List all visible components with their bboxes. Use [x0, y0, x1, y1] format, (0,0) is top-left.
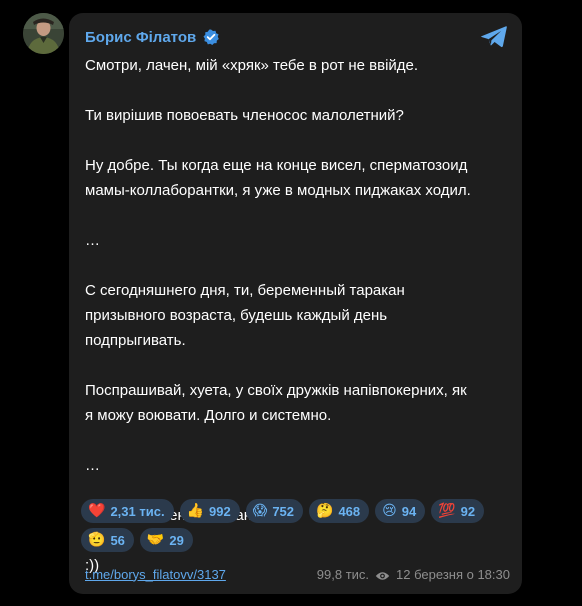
crying-reaction[interactable]: 😢 94	[375, 499, 426, 523]
thinking-reaction-emoji-icon: 🤔	[316, 503, 334, 519]
reaction-count: 92	[460, 503, 476, 519]
message-line: Смотри, лачен, мій «хряк» тебе в рот не …	[85, 57, 419, 74]
message-line: …	[85, 457, 100, 474]
author-name[interactable]: Борис Філатов	[85, 29, 196, 46]
heart-reaction[interactable]: ❤️ 2,31 тис.	[81, 499, 174, 523]
message-line: Ти вирішив повоевать членосос малолетний…	[85, 107, 404, 124]
reaction-count: 2,31 тис.	[110, 503, 165, 519]
verified-badge-icon	[203, 29, 220, 45]
reaction-count: 56	[110, 532, 125, 548]
post-link[interactable]: t.me/borys_filatovv/3137	[85, 567, 226, 582]
post-date: 12 березня о 18:30	[396, 566, 510, 582]
reaction-count: 752	[272, 503, 295, 519]
reaction-count: 29	[169, 532, 184, 548]
reaction-count: 992	[209, 503, 231, 519]
eye-icon	[375, 569, 390, 580]
message-line: мамы-коллаборантки, я уже в модных пиджа…	[85, 182, 471, 199]
post-card: Борис Філатов Смотри, лачен, мій «хряк» …	[69, 13, 522, 594]
hundred-reaction[interactable]: 💯 92	[431, 499, 485, 523]
handshake-reaction[interactable]: 🤝 29	[139, 528, 193, 552]
scream-reaction-emoji-icon: 😱	[252, 503, 268, 519]
telegram-icon[interactable]	[480, 25, 508, 49]
crying-reaction-emoji-icon: 😢	[382, 503, 397, 519]
reaction-count: 468	[338, 503, 361, 519]
thinking-reaction[interactable]: 🤔 468	[309, 499, 370, 523]
views-count: 99,8 тис.	[316, 566, 370, 582]
salute-reaction-emoji-icon: 🫡	[88, 532, 106, 548]
post-footer: t.me/borys_filatovv/3137 99,8 тис. 12 бе…	[85, 564, 510, 584]
message-line: С сегодняшнего дня, ти, беременный тарак…	[85, 282, 405, 299]
handshake-reaction-emoji-icon: 🤝	[146, 532, 165, 548]
scream-reaction[interactable]: 😱 752	[245, 499, 304, 523]
message-line: подпрыгивать.	[85, 332, 186, 349]
reactions-bar: ❤️ 2,31 тис. 👍 992 😱 752 🤔 468 😢 94 💯 92 🫡 56 🤝 29	[81, 499, 521, 552]
thumbs-up-reaction[interactable]: 👍 992	[179, 499, 240, 523]
heart-reaction-emoji-icon: ❤️	[88, 503, 106, 519]
reaction-count: 94	[401, 503, 417, 519]
post-meta: 99,8 тис. 12 березня о 18:30	[317, 567, 510, 582]
message-line: …	[85, 232, 100, 249]
hundred-reaction-emoji-icon: 💯	[438, 503, 456, 519]
message-line: Поспрашивай, хуета, у своїх дружків напі…	[85, 382, 467, 399]
message-line: призывного возраста, будешь каждый день	[85, 307, 388, 324]
message-line: я можу воювати. Долго и системно.	[85, 407, 332, 424]
message-line: Ну добре. Ты когда еще на конце висел, с…	[85, 157, 468, 174]
post-header: Борис Філатов	[85, 26, 220, 48]
thumbs-up-reaction-emoji-icon: 👍	[186, 503, 204, 519]
author-avatar[interactable]	[23, 13, 64, 54]
salute-reaction[interactable]: 🫡 56	[81, 528, 134, 552]
